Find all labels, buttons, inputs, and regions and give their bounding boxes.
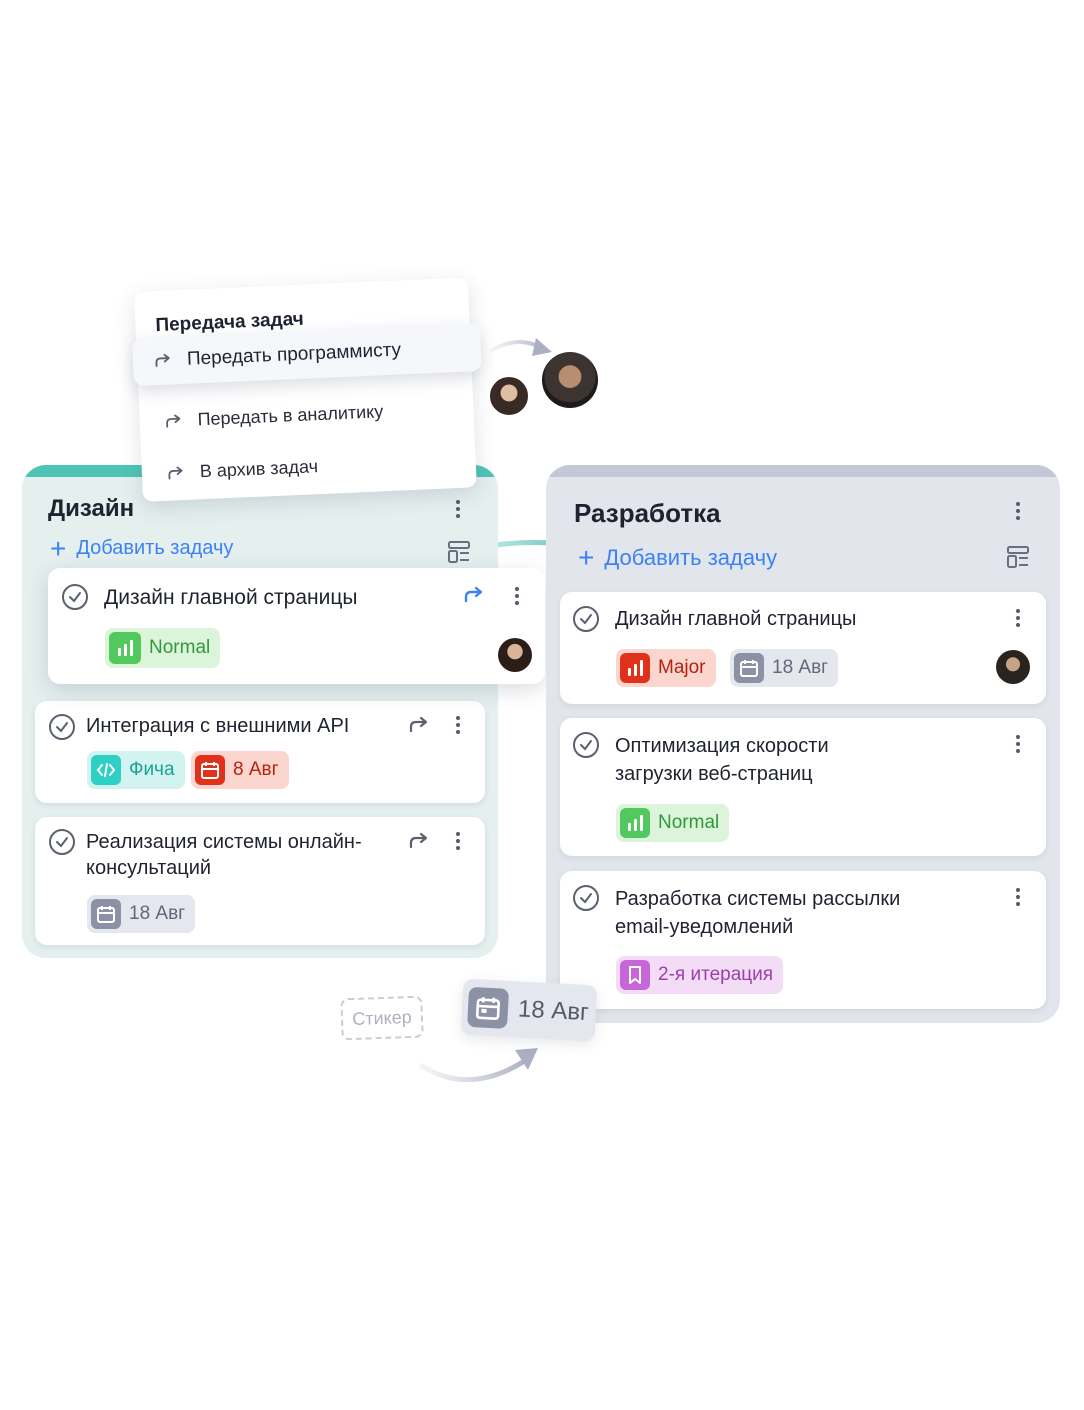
task-title-line: Оптимизация скорости bbox=[615, 735, 829, 757]
column-development: Разработка + Добавить задачу Дизайн глав… bbox=[546, 465, 1060, 1023]
task-title: Дизайн главной страницы bbox=[104, 586, 358, 609]
share-arrow-icon bbox=[166, 414, 181, 428]
task-title-line: email-уведомлений bbox=[615, 916, 794, 938]
tag-label: Normal bbox=[149, 637, 211, 658]
card-menu-kebab-icon[interactable] bbox=[1008, 606, 1028, 630]
check-circle-icon[interactable] bbox=[573, 885, 599, 911]
share-arrow-icon bbox=[155, 353, 170, 368]
share-arrow-icon[interactable] bbox=[407, 715, 431, 735]
bar-chart-icon bbox=[620, 653, 650, 683]
card-menu-kebab-icon[interactable] bbox=[448, 829, 468, 853]
sticker-placeholder[interactable]: Стикер bbox=[340, 995, 424, 1041]
check-circle-icon[interactable] bbox=[573, 732, 599, 758]
tag-label: 18 Авг bbox=[129, 903, 186, 924]
task-title-line: загрузки веб-страниц bbox=[615, 763, 813, 785]
column-menu-kebab-icon[interactable] bbox=[448, 497, 468, 521]
calendar-icon bbox=[734, 653, 764, 683]
menu-item-label: В архив задач bbox=[199, 456, 319, 482]
tag-label: Major bbox=[658, 657, 706, 678]
tag-iteration: 2-я итерация bbox=[616, 956, 784, 994]
task-card[interactable]: Разработка системы рассылки email-уведом… bbox=[560, 871, 1046, 1009]
avatar-woman bbox=[488, 375, 530, 417]
date-sticker-label: 18 Авг bbox=[517, 995, 590, 1027]
add-task-label: Добавить задачу bbox=[76, 537, 234, 559]
avatar-man bbox=[542, 352, 598, 408]
avatar-man bbox=[996, 650, 1030, 684]
code-icon bbox=[91, 755, 121, 785]
task-title: Интеграция с внешними API bbox=[86, 715, 350, 737]
add-task-label: Добавить задачу bbox=[604, 545, 778, 570]
calendar-icon bbox=[91, 899, 121, 929]
column-menu-kebab-icon[interactable] bbox=[1008, 499, 1028, 523]
check-circle-icon[interactable] bbox=[62, 584, 88, 610]
card-menu-kebab-icon[interactable] bbox=[507, 584, 527, 608]
tag-label: Normal bbox=[658, 812, 720, 833]
tag-priority-major: Major bbox=[616, 649, 716, 687]
tag-label: Фича bbox=[129, 759, 175, 780]
check-circle-icon[interactable] bbox=[49, 714, 75, 740]
plus-icon: + bbox=[578, 542, 595, 573]
plus-icon: + bbox=[50, 532, 67, 564]
tag-priority-normal: Normal bbox=[616, 804, 730, 842]
menu-item-label: Передать в аналитику bbox=[197, 401, 384, 430]
tag-date: 18 Авг bbox=[730, 649, 839, 687]
task-title-line: Реализация системы онлайн- bbox=[86, 831, 362, 853]
card-menu-kebab-icon[interactable] bbox=[1008, 885, 1028, 909]
share-arrow-icon bbox=[168, 466, 183, 480]
menu-item-send-to-analytics[interactable]: Передать в аналитику bbox=[163, 401, 384, 432]
share-arrow-icon[interactable] bbox=[407, 831, 431, 851]
add-task-button[interactable]: + Добавить задачу bbox=[578, 542, 778, 573]
task-title: Дизайн главной страницы bbox=[615, 608, 857, 630]
task-title-line: консультаций bbox=[86, 857, 212, 879]
column-design: Дизайн + Добавить задачу Интеграция с вн… bbox=[22, 465, 498, 958]
add-task-button[interactable]: + Добавить задачу bbox=[50, 532, 234, 564]
tag-label: 8 Авг bbox=[233, 759, 279, 780]
task-card-dragged[interactable]: Дизайн главной страницы Normal bbox=[48, 568, 545, 684]
bookmark-icon bbox=[620, 960, 650, 990]
task-card[interactable]: Интеграция с внешними API Фича 8 Авг bbox=[35, 701, 485, 803]
task-card[interactable]: Оптимизация скорости загрузки веб-страни… bbox=[560, 718, 1046, 856]
layout-template-icon[interactable] bbox=[1007, 546, 1029, 568]
task-title: Оптимизация скорости загрузки веб-страни… bbox=[615, 732, 829, 788]
tag-feature: Фича bbox=[87, 751, 185, 789]
check-circle-icon[interactable] bbox=[573, 606, 599, 632]
task-title-line: Разработка системы рассылки bbox=[615, 888, 901, 910]
column-title: Дизайн bbox=[48, 495, 135, 522]
card-menu-kebab-icon[interactable] bbox=[1008, 732, 1028, 756]
tag-date-overdue: 8 Авг bbox=[191, 751, 289, 789]
calendar-icon bbox=[195, 755, 225, 785]
menu-item-label: Передать программисту bbox=[186, 339, 402, 370]
tag-label: 18 Авг bbox=[772, 657, 829, 678]
tag-date: 18 Авг bbox=[87, 895, 196, 933]
calendar-icon bbox=[467, 986, 510, 1029]
task-transfer-menu: Передача задач Передать программисту Пер… bbox=[132, 277, 482, 502]
avatar-woman bbox=[498, 638, 532, 672]
task-title: Реализация системы онлайн- консультаций bbox=[86, 829, 362, 881]
card-menu-kebab-icon[interactable] bbox=[448, 713, 468, 737]
check-circle-icon[interactable] bbox=[49, 829, 75, 855]
date-sticker[interactable]: 18 Авг bbox=[460, 978, 598, 1042]
share-arrow-icon[interactable] bbox=[462, 585, 486, 605]
task-card[interactable]: Реализация системы онлайн- консультаций … bbox=[35, 817, 485, 945]
bar-chart-icon bbox=[620, 808, 650, 838]
tag-priority-normal: Normal bbox=[105, 628, 221, 668]
menu-item-archive[interactable]: В архив задач bbox=[165, 456, 318, 484]
task-title: Разработка системы рассылки email-уведом… bbox=[615, 885, 900, 941]
tag-label: 2-я итерация bbox=[658, 964, 774, 985]
bar-chart-icon bbox=[109, 632, 141, 664]
task-card[interactable]: Дизайн главной страницы Major 18 Авг bbox=[560, 592, 1046, 704]
layout-template-icon[interactable] bbox=[448, 541, 470, 563]
column-title: Разработка bbox=[574, 498, 721, 528]
